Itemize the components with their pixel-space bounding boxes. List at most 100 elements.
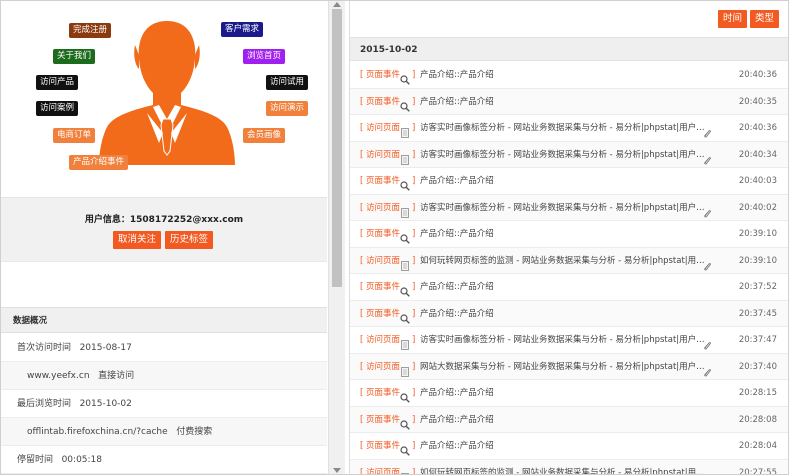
events-panel: 时间 类型 2015-10-02 [ 页面事件] 产品介绍::产品介绍 20:40:… <box>349 1 788 474</box>
event-row[interactable]: [ 页面事件] 产品介绍::产品介绍 20:40:35 <box>350 88 788 115</box>
event-time: 20:40:35 <box>738 96 777 107</box>
spacer <box>1 261 327 307</box>
event-title[interactable]: 网站大数据采集与分析 - 网站业务数据采集与分析 - 易分析|phpstat|用… <box>420 354 710 380</box>
page-icon <box>400 256 410 271</box>
scroll-thumb[interactable] <box>332 9 342 287</box>
event-date-header: 2015-10-02 <box>350 37 788 61</box>
event-row[interactable]: [ 页面事件] 产品介绍::产品介绍 20:40:36 <box>350 62 788 89</box>
event-type-bracket: ] <box>412 149 416 160</box>
overview-title: 数据概况 <box>1 307 327 333</box>
event-title[interactable]: 访客实时画像标签分析 - 网站业务数据采集与分析 - 易分析|phpstat|用… <box>420 195 710 221</box>
event-type-label: [ 页面事件 <box>360 229 401 239</box>
event-title[interactable]: 产品介绍::产品介绍 <box>420 433 710 459</box>
sort-by-type-button[interactable]: 类型 <box>750 10 780 28</box>
event-row[interactable]: [ 访问页面] 访客实时画像标签分析 - 网站业务数据采集与分析 - 易分析|ph… <box>350 115 788 142</box>
event-title[interactable]: 如何玩转网页标签的监测 - 网站业务数据采集与分析 - 易分析|phpstat|… <box>420 248 710 274</box>
paperclip-icon[interactable] <box>702 150 712 164</box>
tag-visit-case[interactable]: 访问案例 <box>36 101 79 116</box>
magnifier-icon <box>400 282 410 297</box>
last-visit-row: 最后浏览时间 2015-10-02 <box>1 390 327 418</box>
event-title[interactable]: 产品介绍::产品介绍 <box>420 274 710 300</box>
event-time: 20:40:36 <box>738 123 777 133</box>
tag-ecommerce-order[interactable]: 电商订单 <box>53 128 96 143</box>
magnifier-icon <box>400 97 410 112</box>
paperclip-icon[interactable] <box>702 362 712 376</box>
event-row[interactable]: [ 访问页面] 如何玩转网页标签的监测 - 网站业务数据采集与分析 - 易分析|p… <box>350 247 788 274</box>
tag-about-us[interactable]: 关于我们 <box>53 49 96 64</box>
event-time: 20:28:04 <box>738 441 777 451</box>
tag-visit-demo[interactable]: 访问演示 <box>266 101 309 116</box>
event-row[interactable]: [ 页面事件] 产品介绍::产品介绍 20:28:08 <box>350 406 788 433</box>
event-type-bracket: ] <box>412 308 416 319</box>
event-type-label: [ 访问页面 <box>360 202 401 213</box>
user-info-section: 用户信息：1508172252@xxx.com 取消关注 历史标签 <box>1 197 327 261</box>
sort-by-time-button[interactable]: 时间 <box>718 10 748 28</box>
event-type-label: [ 页面事件 <box>360 441 401 451</box>
paperclip-icon[interactable] <box>702 203 712 217</box>
tag-member-portrait[interactable]: 会员画像 <box>243 128 286 143</box>
event-title[interactable]: 产品介绍::产品介绍 <box>420 380 710 406</box>
event-row[interactable]: [ 页面事件] 产品介绍::产品介绍 20:37:52 <box>350 274 788 301</box>
event-row[interactable]: [ 页面事件] 产品介绍::产品介绍 20:28:04 <box>350 433 788 460</box>
event-row[interactable]: [ 访问页面] 如何玩转网页标签的监测 - 网站业务数据采集与分析 - 易分析|p… <box>350 459 788 475</box>
last-visit-text: 最后浏览时间 2015-10-02 <box>17 399 132 409</box>
event-row[interactable]: [ 访问页面] 访客实时画像标签分析 - 网站业务数据采集与分析 - 易分析|ph… <box>350 194 788 221</box>
event-time: 20:40:02 <box>738 202 777 213</box>
event-title[interactable]: 产品介绍::产品介绍 <box>420 221 710 247</box>
event-row[interactable]: [ 访问页面] 访客实时画像标签分析 - 网站业务数据采集与分析 - 易分析|ph… <box>350 327 788 354</box>
user-info-text: 用户信息：1508172252@xxx.com <box>84 215 244 225</box>
event-title[interactable]: 访客实时画像标签分析 - 网站业务数据采集与分析 - 易分析|phpstat|用… <box>420 142 710 168</box>
tag-visit-product[interactable]: 访问产品 <box>36 75 79 90</box>
scroll-down-arrow-icon[interactable] <box>333 468 341 473</box>
first-visit-row: 首次访问时间 2015-08-17 <box>1 334 327 362</box>
paperclip-icon[interactable] <box>702 256 712 270</box>
paperclip-icon[interactable] <box>702 468 712 475</box>
event-type-bracket: ] <box>412 441 416 451</box>
tag-product-intro-event[interactable]: 产品介绍事件 <box>69 155 129 170</box>
event-type-label: [ 页面事件 <box>360 282 401 292</box>
unfollow-button[interactable]: 取消关注 <box>113 231 162 249</box>
tag-browse-home[interactable]: 浏览首页 <box>243 49 286 64</box>
last-visit-source-row: offlintab.firefoxchina.cn/?cache 付费搜索 <box>1 418 327 446</box>
magnifier-icon <box>400 415 410 430</box>
event-title[interactable]: 产品介绍::产品介绍 <box>420 407 710 433</box>
event-row[interactable]: [ 访问页面] 访客实时画像标签分析 - 网站业务数据采集与分析 - 易分析|ph… <box>350 141 788 168</box>
profile-portrait-area: 完成注册 客户需求 关于我们 浏览首页 访问产品 访问试用 访问案例 访问演示 … <box>1 1 327 197</box>
magnifier-icon <box>400 229 410 244</box>
event-title[interactable]: 访客实时画像标签分析 - 网站业务数据采集与分析 - 易分析|phpstat|用… <box>420 115 710 141</box>
event-row[interactable]: [ 页面事件] 产品介绍::产品介绍 20:37:45 <box>350 300 788 327</box>
paperclip-icon[interactable] <box>702 335 712 350</box>
tag-visit-trial[interactable]: 访问试用 <box>266 75 309 90</box>
history-tags-button[interactable]: 历史标签 <box>165 231 214 249</box>
tag-customer-demand[interactable]: 客户需求 <box>221 22 264 37</box>
page-icon <box>400 468 410 474</box>
event-title[interactable]: 产品介绍::产品介绍 <box>420 301 710 327</box>
event-type-label: [ 访问页面 <box>360 123 401 133</box>
event-row[interactable]: [ 访问页面] 网站大数据采集与分析 - 网站业务数据采集与分析 - 易分析|ph… <box>350 353 788 380</box>
page-icon <box>400 203 410 218</box>
event-title[interactable]: 如何玩转网页标签的监测 - 网站业务数据采集与分析 - 易分析|phpstat|… <box>420 460 710 475</box>
stay-time-row: 停留时间 00:05:18 <box>1 446 327 474</box>
scroll-up-arrow-icon[interactable] <box>333 2 341 7</box>
event-type-bracket: ] <box>412 414 416 425</box>
magnifier-icon <box>400 309 410 324</box>
event-row[interactable]: [ 页面事件] 产品介绍::产品介绍 20:40:03 <box>350 168 788 195</box>
event-title[interactable]: 产品介绍::产品介绍 <box>420 168 710 194</box>
first-visit-text: 首次访问时间 2015-08-17 <box>17 343 132 353</box>
event-row[interactable]: [ 页面事件] 产品介绍::产品介绍 20:39:10 <box>350 221 788 248</box>
paperclip-icon[interactable] <box>702 123 712 138</box>
event-title[interactable]: 产品介绍::产品介绍 <box>420 89 710 115</box>
left-scrollbar[interactable] <box>328 1 345 474</box>
events-toolbar: 时间 类型 <box>350 1 788 37</box>
event-time: 20:37:52 <box>738 282 777 292</box>
tag-complete-registration[interactable]: 完成注册 <box>69 23 112 38</box>
first-visit-source-row: www.yeefx.cn 直接访问 <box>1 362 327 390</box>
event-type-label: [ 页面事件 <box>360 96 401 107</box>
event-title[interactable]: 产品介绍::产品介绍 <box>420 62 710 88</box>
event-type-bracket: ] <box>412 202 416 213</box>
magnifier-icon <box>400 176 410 191</box>
event-time: 20:27:55 <box>738 467 777 475</box>
event-row[interactable]: [ 页面事件] 产品介绍::产品介绍 20:28:15 <box>350 380 788 407</box>
event-type-bracket: ] <box>412 467 416 475</box>
event-title[interactable]: 访客实时画像标签分析 - 网站业务数据采集与分析 - 易分析|phpstat|用… <box>420 327 710 353</box>
